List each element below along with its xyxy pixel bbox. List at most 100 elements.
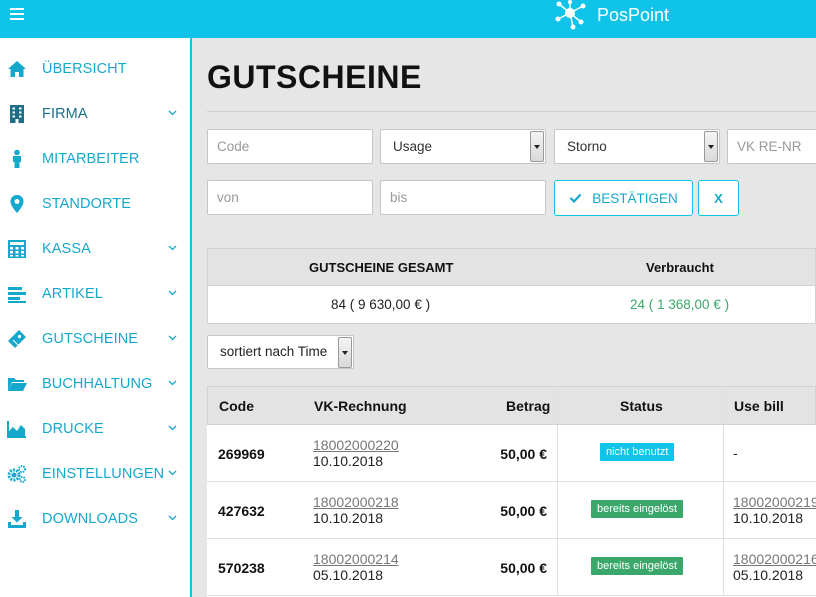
use-bill-date: 10.10.2018: [733, 510, 804, 526]
total-vouchers-header: GUTSCHEINE GESAMT: [309, 260, 454, 275]
folder-icon: [8, 378, 27, 391]
column-divider: [724, 387, 725, 424]
sidebar: ÜBERSICHT FIRMA MITARBEITER STANDORTE KA…: [0, 38, 192, 597]
chevron-down-icon: [168, 335, 177, 341]
map-pin-icon: [10, 195, 24, 213]
storno-select-value: Storno: [567, 139, 607, 154]
chevron-down-icon: [168, 290, 177, 296]
sidebar-item-gutscheine[interactable]: GUTSCHEINE: [0, 316, 190, 361]
pospoint-logo-icon: [555, 0, 586, 30]
sidebar-item-einstellungen[interactable]: EINSTELLUNGEN: [0, 451, 190, 496]
bill-number-link[interactable]: 18002000220: [313, 437, 399, 453]
vk-bill-cell: 18002000214 05.10.2018: [313, 551, 399, 583]
confirm-button[interactable]: BESTÄTIGEN: [554, 180, 693, 216]
table-row: 427632 18002000218 10.10.2018 50,00 € be…: [207, 482, 816, 539]
dropdown-arrow-icon[interactable]: [338, 337, 352, 368]
chevron-down-icon: [168, 380, 177, 386]
table-row: 269969 18002000220 10.10.2018 50,00 € ni…: [207, 425, 816, 482]
voucher-code: 570238: [218, 560, 265, 576]
use-bill-link[interactable]: 18002000219: [733, 494, 816, 510]
sidebar-item-kassa[interactable]: KASSA: [0, 226, 190, 271]
column-divider: [723, 425, 724, 481]
column-divider: [557, 425, 558, 481]
use-bill-date: 05.10.2018: [733, 567, 804, 583]
table-row: 570238 18002000214 05.10.2018 50,00 € be…: [207, 539, 816, 596]
gears-icon: [7, 465, 26, 483]
sidebar-item-label: FIRMA: [42, 105, 88, 122]
storno-select[interactable]: Storno: [554, 129, 720, 164]
confirm-button-label: BESTÄTIGEN: [592, 190, 678, 206]
sidebar-item-mitarbeiter[interactable]: MITARBEITER: [0, 136, 190, 181]
column-header-betrag[interactable]: Betrag: [506, 398, 550, 414]
page-title: GUTSCHEINE: [207, 59, 422, 95]
dropdown-arrow-icon[interactable]: [704, 131, 718, 162]
status-badge: bereits eingelöst: [591, 557, 684, 575]
app-name: PosPoint: [597, 4, 670, 25]
chevron-down-icon: [168, 470, 177, 476]
sidebar-item-firma[interactable]: FIRMA: [0, 91, 190, 136]
chevron-down-icon: [168, 515, 177, 521]
sidebar-item-buchhaltung[interactable]: BUCHHALTUNG: [0, 361, 190, 406]
vk-bill-cell: 18002000218 10.10.2018: [313, 494, 399, 526]
voucher-amount: 50,00 €: [500, 446, 547, 462]
sort-select-value: sortiert nach Time: [220, 344, 328, 359]
sidebar-item-label: STANDORTE: [42, 195, 131, 212]
use-bill-link[interactable]: 18002000216: [733, 551, 816, 567]
check-icon: [569, 193, 582, 203]
summary-values-row: 84 ( 9 630,00 € ) 24 ( 1 368,00 € ): [207, 286, 816, 324]
sidebar-item-label: ARTIKEL: [42, 285, 103, 302]
clear-filters-button[interactable]: X: [698, 180, 739, 216]
sidebar-item-artikel[interactable]: ARTIKEL: [0, 271, 190, 316]
use-bill-cell: 18002000219 10.10.2018: [733, 494, 816, 526]
dropdown-arrow-icon[interactable]: [530, 131, 544, 162]
summary-table: GUTSCHEINE GESAMT Verbraucht 84 ( 9 630,…: [207, 248, 816, 324]
sort-select[interactable]: sortiert nach Time: [207, 335, 354, 369]
column-divider: [557, 539, 558, 595]
bis-date-input[interactable]: bis: [380, 180, 546, 215]
usage-select[interactable]: Usage: [380, 129, 546, 164]
summary-header-row: GUTSCHEINE GESAMT Verbraucht: [207, 248, 816, 286]
home-icon: [8, 61, 26, 77]
column-header-status[interactable]: Status: [620, 398, 663, 414]
area-chart-icon: [7, 421, 26, 438]
building-icon: [10, 105, 24, 123]
column-header-code[interactable]: Code: [219, 398, 254, 414]
sidebar-item-uebersicht[interactable]: ÜBERSICHT: [0, 46, 190, 91]
sidebar-item-standorte[interactable]: STANDORTE: [0, 181, 190, 226]
hamburger-menu-icon[interactable]: [10, 8, 24, 22]
sidebar-item-label: ÜBERSICHT: [42, 60, 127, 77]
sidebar-item-label: BUCHHALTUNG: [42, 375, 153, 392]
column-divider: [557, 482, 558, 538]
column-divider: [723, 482, 724, 538]
list-icon: [8, 287, 26, 303]
chevron-down-icon: [168, 425, 177, 431]
table-header-row: Code VK-Rechnung Betrag Status Use bill: [207, 386, 816, 425]
voucher-amount: 50,00 €: [500, 560, 547, 576]
top-bar: PosPoint: [0, 0, 816, 38]
sidebar-item-drucke[interactable]: DRUCKE: [0, 406, 190, 451]
use-bill-cell: -: [733, 445, 738, 461]
used-header: Verbraucht: [646, 260, 714, 275]
column-divider: [723, 539, 724, 595]
bill-date: 05.10.2018: [313, 567, 384, 583]
chevron-down-icon: [168, 110, 177, 116]
download-icon: [8, 510, 26, 528]
voucher-code: 269969: [218, 446, 265, 462]
total-vouchers-value: 84 ( 9 630,00 € ): [331, 297, 431, 312]
column-header-use-bill[interactable]: Use bill: [734, 398, 784, 414]
code-input[interactable]: Code: [207, 129, 373, 164]
column-header-vk-rechnung[interactable]: VK-Rechnung: [314, 398, 407, 414]
calculator-icon: [8, 240, 26, 258]
sidebar-item-downloads[interactable]: DOWNLOADS: [0, 496, 190, 541]
use-bill-number: -: [733, 445, 738, 461]
ticket-icon: [8, 330, 26, 348]
main-content: GUTSCHEINE Code Usage Storno VK RE-NR vo…: [192, 38, 816, 597]
brand[interactable]: PosPoint: [553, 0, 669, 30]
von-date-input[interactable]: von: [207, 180, 373, 215]
vk-re-nr-input[interactable]: VK RE-NR: [727, 129, 816, 164]
bill-number-link[interactable]: 18002000214: [313, 551, 399, 567]
bill-number-link[interactable]: 18002000218: [313, 494, 399, 510]
vouchers-table: Code VK-Rechnung Betrag Status Use bill …: [207, 386, 816, 597]
chevron-down-icon: [168, 245, 177, 251]
sidebar-item-label: DOWNLOADS: [42, 510, 138, 527]
